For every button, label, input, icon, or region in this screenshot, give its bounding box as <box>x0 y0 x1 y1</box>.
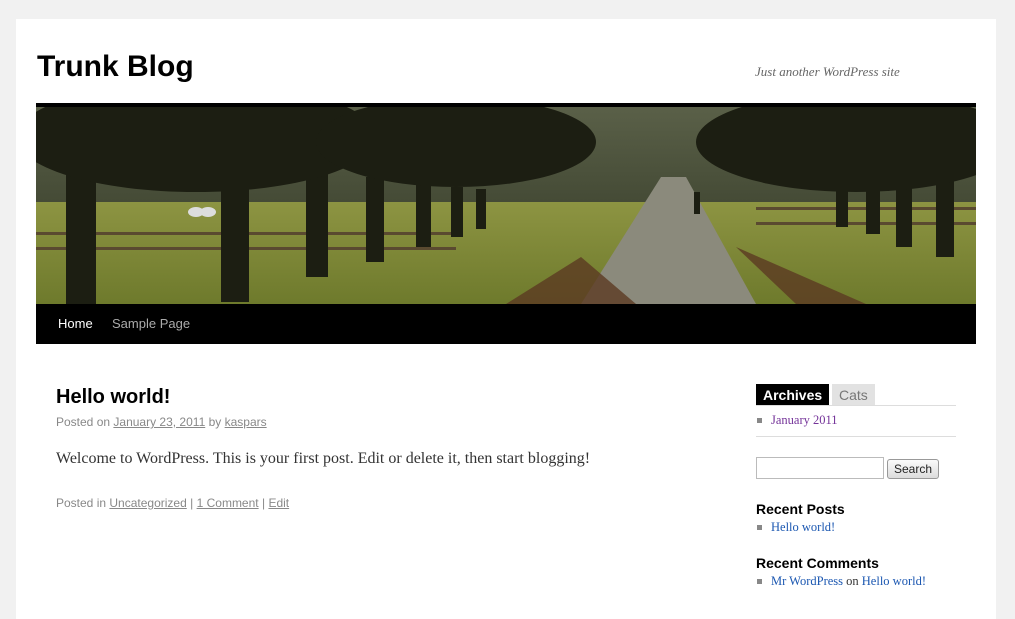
nav-item-home[interactable]: Home <box>58 304 93 344</box>
separator: | <box>261 496 266 510</box>
post-date-link[interactable]: January 23, 2011 <box>113 415 205 429</box>
list-item: Hello world! <box>756 518 835 536</box>
site-description: Just another WordPress site <box>755 64 900 79</box>
header-image <box>36 107 976 304</box>
tab-cats[interactable]: Cats <box>832 384 875 406</box>
recent-post-link[interactable]: Hello world! <box>771 520 835 534</box>
comment-post-link[interactable]: Hello world! <box>862 574 926 588</box>
search-input[interactable] <box>756 457 884 479</box>
by-label: by <box>208 415 222 429</box>
recent-comments-list: Mr WordPress on Hello world! <box>756 572 926 590</box>
tabs-divider <box>756 405 956 406</box>
recent-comments-title: Recent Comments <box>756 555 879 571</box>
search-button[interactable]: Search <box>887 459 940 479</box>
nav-item-sample-page[interactable]: Sample Page <box>112 304 190 344</box>
list-item: January 2011 <box>756 411 838 429</box>
separator: | <box>190 496 194 510</box>
comment-author-link[interactable]: Mr WordPress <box>771 574 843 588</box>
list-item: Mr WordPress on Hello world! <box>756 572 926 590</box>
main-navigation: Home Sample Page <box>36 304 976 344</box>
site-title[interactable]: Trunk Blog <box>37 49 194 85</box>
posted-in-label: Posted in <box>56 496 107 510</box>
archive-link-january-2011[interactable]: January 2011 <box>771 413 838 427</box>
recent-posts-title: Recent Posts <box>756 501 845 517</box>
tab-archives[interactable]: Archives <box>756 384 830 406</box>
archives-divider <box>756 436 956 437</box>
comments-link[interactable]: 1 Comment <box>197 496 259 510</box>
post-title[interactable]: Hello world! <box>56 383 170 411</box>
page-wrapper: Trunk Blog Just another WordPress site H… <box>16 19 996 619</box>
comment-connector: on <box>846 574 859 588</box>
archives-list: January 2011 <box>756 411 838 429</box>
posted-on-label: Posted on <box>56 415 111 429</box>
edit-link[interactable]: Edit <box>268 496 289 510</box>
post-content: Welcome to WordPress. This is your first… <box>56 450 591 467</box>
recent-posts-list: Hello world! <box>756 518 835 536</box>
post-footer: Posted in Uncategorized | 1 Comment | Ed… <box>56 496 289 510</box>
post-meta: Posted on January 23, 2011 by kaspars <box>56 415 267 429</box>
post-author-link[interactable]: kaspars <box>225 415 267 429</box>
category-link[interactable]: Uncategorized <box>109 496 186 510</box>
